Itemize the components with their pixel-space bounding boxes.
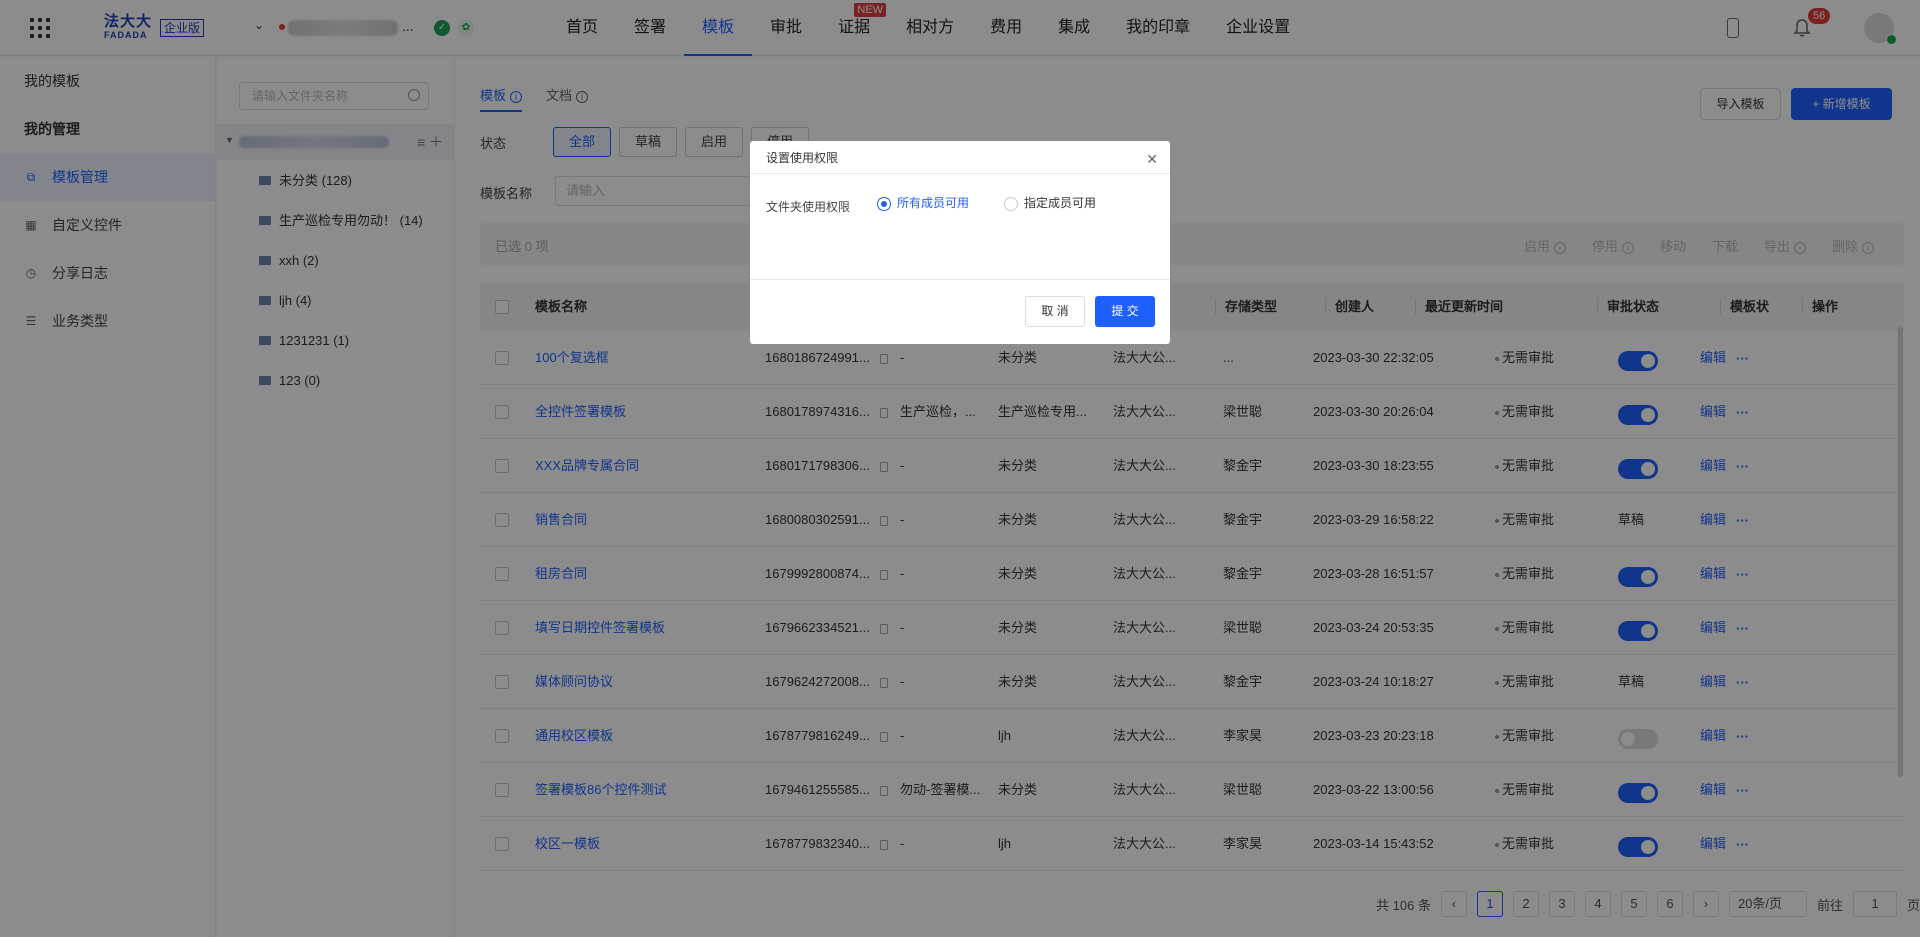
dialog-title: 设置使用权限 (766, 151, 839, 165)
dialog-divider (750, 279, 1170, 280)
radio-checked-icon (877, 197, 891, 211)
radio-unchecked-icon (1004, 197, 1018, 211)
radio-specified-members[interactable]: 指定成员可用 (1004, 196, 1096, 211)
permission-dialog: 设置使用权限 ✕ 文件夹使用权限 所有成员可用 指定成员可用 取 消 提 交 (750, 141, 1170, 344)
cancel-button[interactable]: 取 消 (1025, 296, 1085, 327)
close-icon[interactable]: ✕ (1146, 151, 1158, 168)
dialog-divider (750, 173, 1170, 174)
permission-label: 文件夹使用权限 (766, 200, 851, 214)
submit-button[interactable]: 提 交 (1095, 296, 1155, 327)
radio-all-members[interactable]: 所有成员可用 (877, 196, 969, 211)
